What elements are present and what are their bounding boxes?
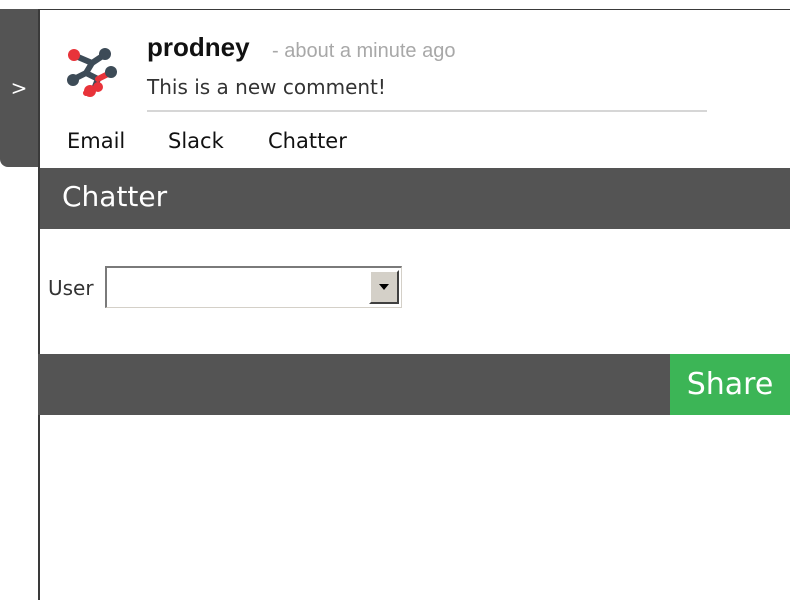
comment-entry: prodney - about a minute ago This is a n…	[40, 10, 790, 120]
section-title: Chatter	[62, 180, 168, 213]
logo-molecule-icon	[67, 48, 117, 97]
comment-divider	[147, 110, 707, 112]
tab-email[interactable]: Email	[67, 129, 125, 153]
action-bar: Share	[38, 354, 790, 415]
tab-chatter[interactable]: Chatter	[268, 129, 347, 153]
user-field-label: User	[48, 276, 94, 300]
dropdown-arrow-icon[interactable]	[369, 270, 399, 304]
tab-slack[interactable]: Slack	[168, 129, 224, 153]
section-header: Chatter	[40, 168, 790, 229]
user-select[interactable]	[105, 266, 402, 308]
share-channel-tabs: Email Slack Chatter	[40, 129, 790, 165]
comment-text: This is a new comment!	[147, 75, 386, 99]
share-button[interactable]: Share	[670, 354, 790, 415]
comment-timestamp: - about a minute ago	[272, 40, 456, 62]
comment-author[interactable]: prodney	[147, 32, 250, 63]
page: > prodney - about a minute ago This is a…	[0, 0, 790, 600]
panel-collapse-label: >	[10, 76, 28, 100]
panel-collapse-toggle[interactable]: >	[0, 9, 40, 167]
